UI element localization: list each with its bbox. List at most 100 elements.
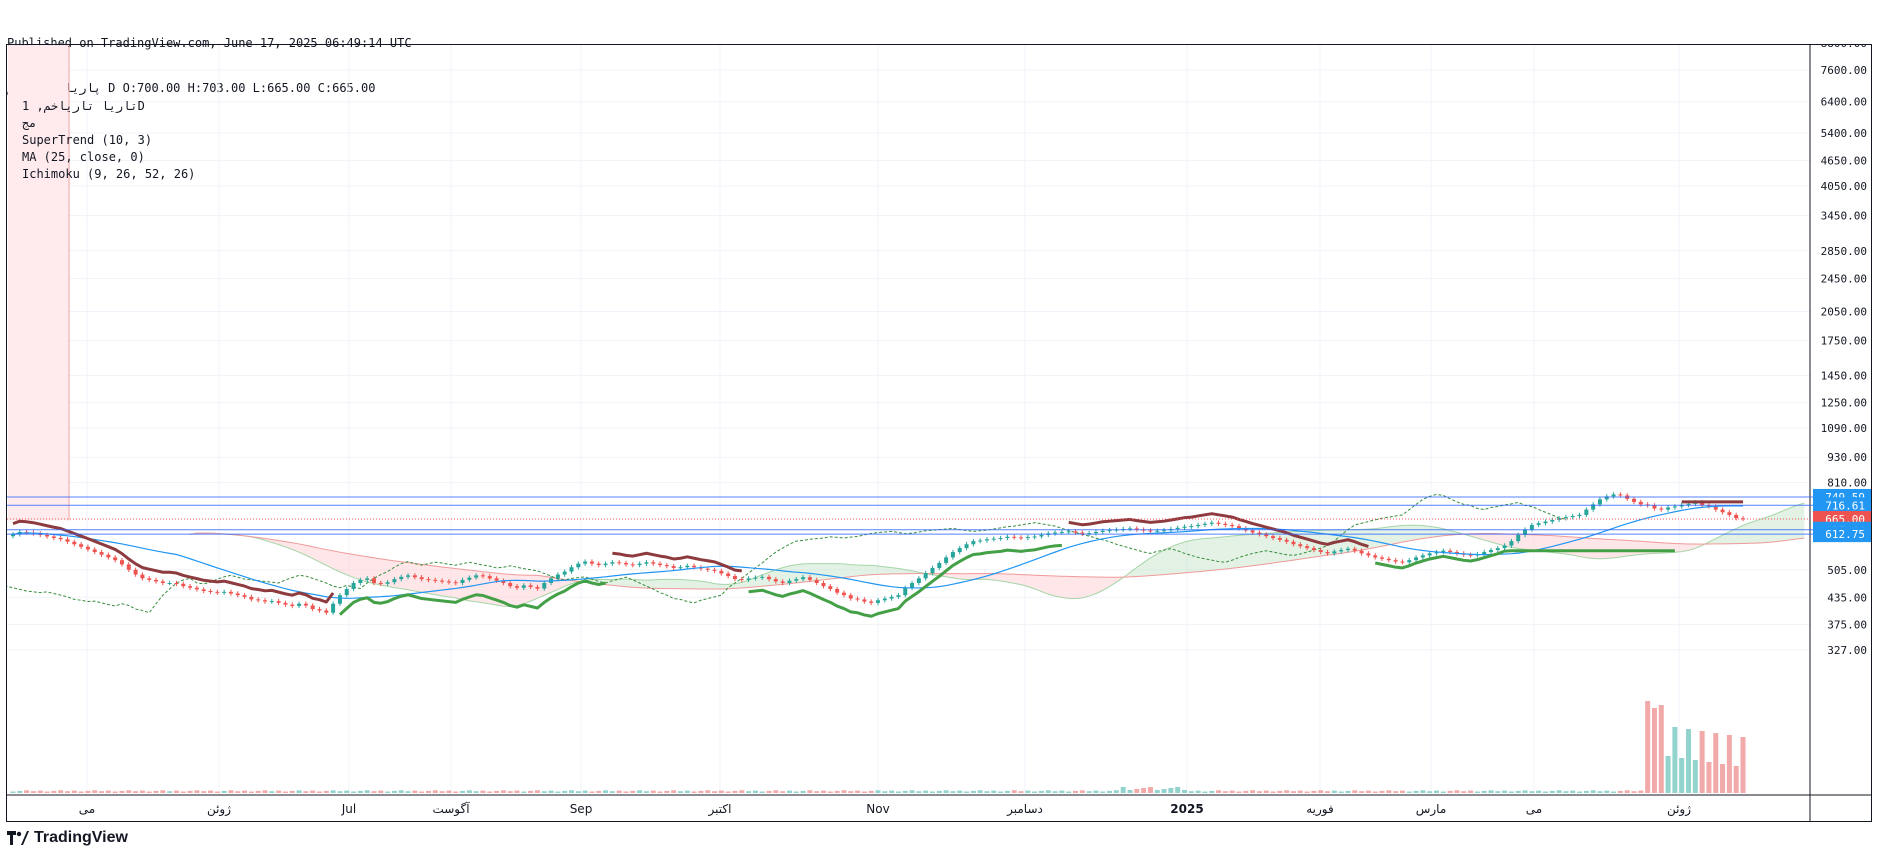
- volume-bar: [609, 791, 615, 793]
- candle-body: [310, 605, 315, 610]
- ichimoku-cloud-segment: [666, 579, 674, 589]
- legend-indicator[interactable]: SuperTrend (10, 3): [22, 132, 195, 149]
- candle-body: [331, 603, 336, 613]
- volume-bar: [1025, 790, 1031, 793]
- volume-bar: [569, 790, 575, 793]
- candle-body: [937, 562, 942, 568]
- ichimoku-cloud-segment: [687, 579, 695, 589]
- chart-svg[interactable]: 8800.00 7600.00 6400.00 5400.00 4650.00 4050.…: [7, 45, 1871, 821]
- volume-bar: [1692, 760, 1698, 793]
- x-tick-label: 2025: [1170, 802, 1203, 816]
- volume-bar: [276, 790, 282, 793]
- volume-bar: [548, 790, 554, 793]
- volume-bar: [1038, 790, 1044, 793]
- ichimoku-cloud-segment: [346, 553, 354, 578]
- candle-body: [106, 554, 111, 558]
- candle-body: [930, 567, 935, 574]
- tradingview-logo[interactable]: TradingView: [7, 829, 128, 847]
- volume-bar: [1352, 790, 1358, 793]
- volume-bar: [1059, 790, 1065, 793]
- volume-bar: [1290, 791, 1296, 793]
- ichimoku-cloud-segment: [1109, 577, 1117, 587]
- candle-body: [753, 577, 758, 579]
- volume-bar: [1372, 791, 1378, 793]
- ichimoku-cloud-segment: [1279, 532, 1287, 563]
- volume-bar: [1331, 790, 1337, 793]
- ichimoku-cloud-segment: [1593, 538, 1600, 559]
- volume-bar: [657, 791, 663, 793]
- candle-body: [1380, 557, 1385, 559]
- candle-body: [787, 580, 792, 584]
- legend-indicator[interactable]: Ichimoku (9, 26, 52, 26): [22, 166, 195, 183]
- y-tick-label: 2850.00: [1821, 245, 1867, 258]
- candle-body: [474, 575, 479, 578]
- candle-body: [1318, 550, 1323, 553]
- x-tick-label: می: [1526, 802, 1542, 816]
- volume-bar: [991, 790, 997, 793]
- candle-body: [1230, 524, 1235, 527]
- chart-frame[interactable]: 8800.00 7600.00 6400.00 5400.00 4650.00 4050.…: [6, 44, 1872, 822]
- candle-body: [984, 539, 989, 541]
- candle-body: [1073, 531, 1078, 533]
- ichimoku-cloud-segment: [871, 565, 878, 575]
- volume-bar: [507, 791, 513, 793]
- candle-body: [181, 583, 186, 587]
- candle-body: [739, 579, 744, 581]
- candle-body: [508, 583, 513, 587]
- candle-body: [365, 578, 370, 580]
- candle-body: [1632, 498, 1637, 502]
- candle-body: [794, 579, 799, 581]
- ichimoku-cloud-segment: [1164, 546, 1171, 575]
- candle-body: [1209, 522, 1214, 524]
- volume-bar: [1686, 729, 1692, 793]
- candle-body: [542, 583, 547, 589]
- ichimoku-cloud-segment: [1198, 538, 1205, 572]
- ichimoku-cloud-segment: [523, 575, 531, 604]
- volume-bar: [1325, 791, 1331, 793]
- candle-body: [1005, 536, 1010, 538]
- volume-bar: [1563, 791, 1569, 793]
- volume-bar: [1277, 790, 1283, 793]
- volume-bar: [1195, 790, 1201, 793]
- candle-body: [603, 563, 608, 566]
- x-tick-label: Nov: [866, 802, 889, 816]
- candle-body: [1155, 530, 1160, 532]
- volume-bar: [105, 790, 111, 793]
- volume-bar: [1141, 788, 1147, 793]
- candle-body: [85, 546, 90, 550]
- legend-indicator[interactable]: MA (25, close, 0): [22, 149, 195, 166]
- volume-bar: [282, 791, 288, 793]
- candle-body: [58, 537, 63, 540]
- y-tick-label: 810.00: [1827, 477, 1867, 490]
- volume-bar: [64, 791, 70, 793]
- ichimoku-cloud-segment: [1055, 576, 1062, 598]
- ichimoku-cloud-segment: [312, 546, 320, 563]
- candle-body: [222, 591, 227, 593]
- candle-body: [869, 601, 874, 603]
- volume-bar: [1624, 790, 1630, 793]
- volume-bar: [78, 791, 84, 793]
- volume-bar: [1399, 790, 1405, 793]
- candle-body: [1550, 519, 1555, 522]
- x-tick-label: Jul: [341, 802, 356, 816]
- candle-body: [685, 565, 690, 568]
- volume-bar: [494, 790, 500, 793]
- volume-bar: [44, 791, 50, 793]
- volume-bar: [133, 791, 139, 793]
- volume-bar: [1583, 790, 1589, 793]
- volume-bar: [1454, 790, 1460, 793]
- candle-body: [1516, 534, 1521, 542]
- volume-bar: [684, 790, 690, 793]
- candle-body: [167, 583, 172, 585]
- candle-body: [712, 569, 717, 571]
- volume-bar: [1284, 790, 1290, 793]
- volume-bar: [405, 791, 411, 793]
- volume-bar: [998, 791, 1004, 793]
- candle-body: [726, 573, 731, 577]
- candle-body: [72, 541, 77, 545]
- x-tick-label: ژوئن: [207, 802, 231, 817]
- volume-bar: [1181, 790, 1187, 793]
- volume-bar: [1522, 790, 1528, 793]
- volume-bar: [398, 790, 404, 793]
- x-tick-label: آگوست: [432, 801, 470, 817]
